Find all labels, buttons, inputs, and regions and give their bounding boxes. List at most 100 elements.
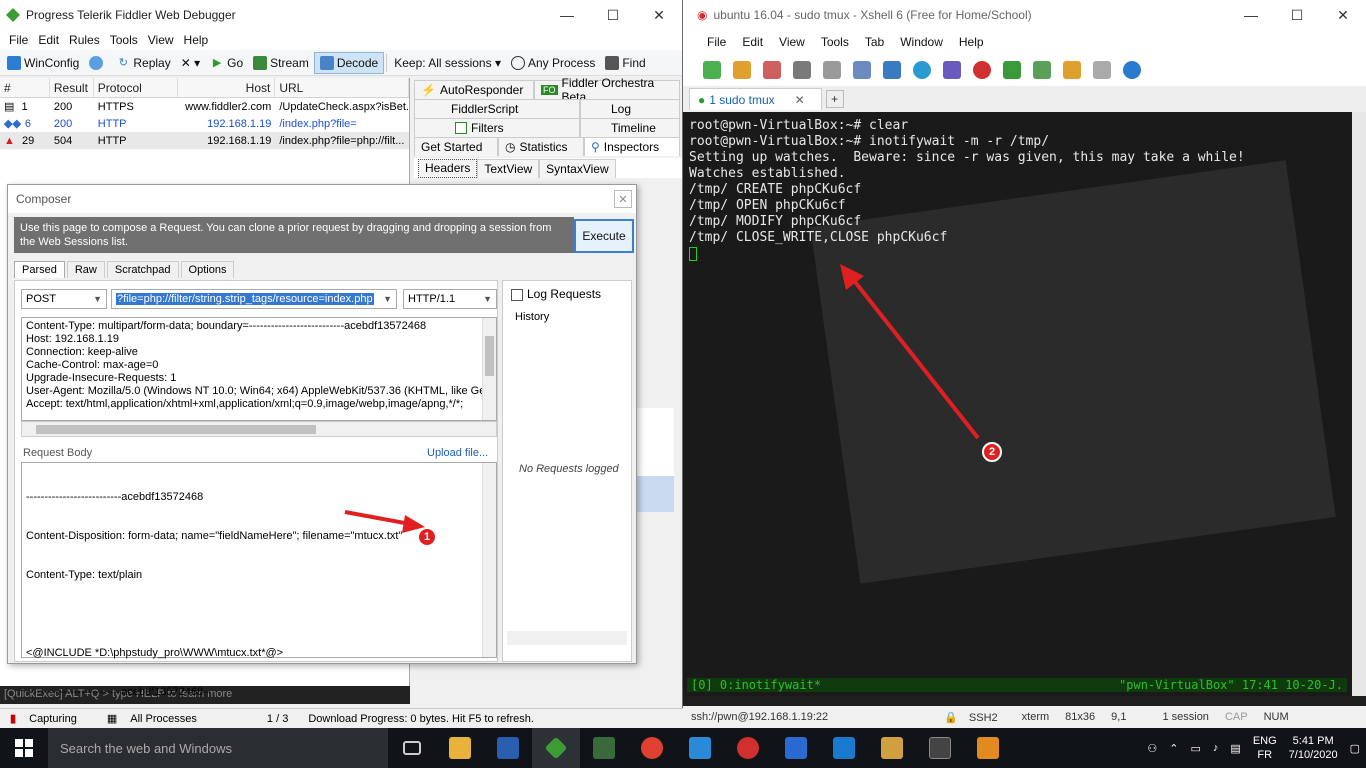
task-view-button[interactable] (388, 728, 436, 768)
menu-file[interactable]: File (4, 33, 33, 47)
tab-autoresponder[interactable]: ⚡ AutoResponder (414, 80, 534, 99)
taskbar-save-app[interactable] (484, 728, 532, 768)
open-folder-icon[interactable] (733, 61, 751, 79)
tab-statistics[interactable]: ◷ Statistics (498, 137, 584, 156)
menu-tools[interactable]: Tools (813, 35, 857, 49)
disconnect-icon[interactable] (763, 61, 781, 79)
globe-icon[interactable] (913, 61, 931, 79)
request-headers-editor[interactable]: Content-Type: multipart/form-data; bound… (21, 317, 497, 421)
fullscreen-icon[interactable] (1033, 61, 1051, 79)
tab-timeline[interactable]: Timeline (580, 118, 680, 137)
tab-options[interactable]: Options (180, 261, 235, 278)
menu-tools[interactable]: Tools (105, 33, 143, 47)
comment-button[interactable] (84, 52, 111, 74)
execute-button[interactable]: Execute (574, 219, 634, 253)
winconfig-button[interactable]: WinConfig (2, 52, 84, 74)
request-body-editor[interactable]: --------------------------acebdf13572468… (21, 462, 497, 698)
tab-textview[interactable]: TextView (477, 158, 540, 178)
url-input[interactable]: ?file=php://filter/string.strip_tags/res… (111, 289, 397, 309)
menu-help[interactable]: Help (179, 33, 214, 47)
taskbar-chrome[interactable] (628, 728, 676, 768)
close-icon[interactable]: ✕ (795, 93, 805, 107)
method-select[interactable]: POST ▼ (21, 289, 107, 309)
tab-fiddlerscript[interactable]: FiddlerScript (414, 99, 580, 118)
menu-tab[interactable]: Tab (857, 35, 892, 49)
copy-icon[interactable] (793, 61, 811, 79)
tab-raw[interactable]: Raw (66, 261, 105, 278)
help-icon[interactable] (1123, 61, 1141, 79)
table-row[interactable]: ▲ 29 504 HTTP 192.168.1.19 /index.php?fi… (0, 132, 409, 149)
menu-edit[interactable]: Edit (33, 33, 64, 47)
tab-log[interactable]: Log (580, 99, 680, 118)
tray-notification-icon[interactable]: ▤ (1224, 742, 1246, 755)
tab-syntaxview[interactable]: SyntaxView (539, 158, 616, 178)
lock-icon[interactable] (1063, 61, 1081, 79)
taskbar-explorer[interactable] (436, 728, 484, 768)
upload-file-link[interactable]: Upload file... (427, 447, 488, 459)
headers-vertical-scrollbar[interactable] (482, 318, 496, 420)
menu-edit[interactable]: Edit (734, 35, 771, 49)
close-button[interactable]: ✕ (636, 0, 682, 30)
body-vertical-scrollbar[interactable] (482, 463, 496, 657)
composer-close-button[interactable]: ✕ (614, 190, 632, 208)
decode-button[interactable]: Decode (313, 51, 385, 74)
menu-view[interactable]: View (771, 35, 813, 49)
font-icon[interactable] (943, 61, 961, 79)
tray-network-icon[interactable]: ▭ (1185, 742, 1207, 755)
taskbar-app-5[interactable] (580, 728, 628, 768)
maximize-button[interactable]: ☐ (590, 0, 636, 30)
tray-people-icon[interactable]: ⚇ (1141, 742, 1163, 755)
remove-button[interactable]: ✕ ▾ (176, 52, 205, 74)
taskbar-app-p[interactable] (772, 728, 820, 768)
taskbar-terminal[interactable] (916, 728, 964, 768)
headers-horizontal-scrollbar[interactable] (21, 421, 497, 437)
tab-orchestra[interactable]: FO Fiddler Orchestra Beta (534, 76, 680, 104)
menu-help[interactable]: Help (951, 35, 992, 49)
stream-button[interactable]: Stream (248, 52, 314, 74)
terminal-area[interactable]: root@pwn-VirtualBox:~# clear root@pwn-Vir… (683, 112, 1352, 696)
tray-volume-icon[interactable]: ♪ (1207, 742, 1225, 754)
http-version-select[interactable]: HTTP/1.1 ▼ (403, 289, 497, 309)
close-button[interactable]: ✕ (1320, 0, 1366, 30)
go-button[interactable]: ▶ Go (205, 52, 248, 74)
table-row[interactable]: ◆◆ 6 200 HTTP 192.168.1.19 /index.php?fil… (0, 115, 409, 132)
action-center-icon[interactable]: ▢ (1344, 742, 1366, 755)
taskbar-settings[interactable] (820, 728, 868, 768)
table-row[interactable]: ▤ 1 200 HTTPS www.fiddler2.com /UpdateCh… (0, 98, 409, 115)
taskbar-sublime[interactable] (964, 728, 1012, 768)
history-scrollbar[interactable] (507, 631, 627, 645)
language-indicator[interactable]: ENG FR (1247, 734, 1283, 762)
paste-icon[interactable] (823, 61, 841, 79)
minimize-button[interactable]: — (544, 0, 590, 30)
col-protocol[interactable]: Protocol (94, 78, 178, 97)
tab-parsed[interactable]: Parsed (14, 261, 65, 278)
script-icon[interactable] (1003, 61, 1021, 79)
new-session-icon[interactable] (703, 61, 721, 79)
tab-filters[interactable]: Filters (414, 118, 580, 137)
menu-window[interactable]: Window (892, 35, 951, 49)
col-host[interactable]: Host (178, 78, 276, 97)
replay-button[interactable]: ↻ Replay (111, 52, 175, 74)
taskbar-search[interactable]: Search the web and Windows (48, 728, 388, 768)
taskbar-app-9[interactable] (868, 728, 916, 768)
col-number[interactable]: # (0, 78, 50, 97)
properties-icon[interactable] (883, 61, 901, 79)
col-url[interactable]: URL (275, 78, 409, 97)
tab-get-started[interactable]: Get Started (414, 137, 498, 156)
maximize-button[interactable]: ☐ (1274, 0, 1320, 30)
minimize-button[interactable]: — (1228, 0, 1274, 30)
find-icon[interactable] (853, 61, 871, 79)
scrollbar-thumb[interactable] (485, 336, 494, 376)
menu-file[interactable]: File (699, 35, 734, 49)
find-button[interactable]: Find (600, 52, 650, 74)
tray-clock[interactable]: 5:41 PM 7/10/2020 (1283, 734, 1344, 762)
tab-headers[interactable]: Headers (418, 158, 478, 178)
taskbar-vscode[interactable] (676, 728, 724, 768)
tab-sudo-tmux[interactable]: ● 1 sudo tmux ✕ (689, 88, 822, 110)
log-requests-checkbox[interactable]: Log Requests (503, 281, 631, 307)
start-button[interactable] (0, 728, 48, 768)
menu-view[interactable]: View (143, 33, 179, 47)
menu-rules[interactable]: Rules (64, 33, 105, 47)
keep-sessions-dropdown[interactable]: Keep: All sessions ▾ (389, 52, 506, 74)
keyboard-icon[interactable] (1093, 61, 1111, 79)
